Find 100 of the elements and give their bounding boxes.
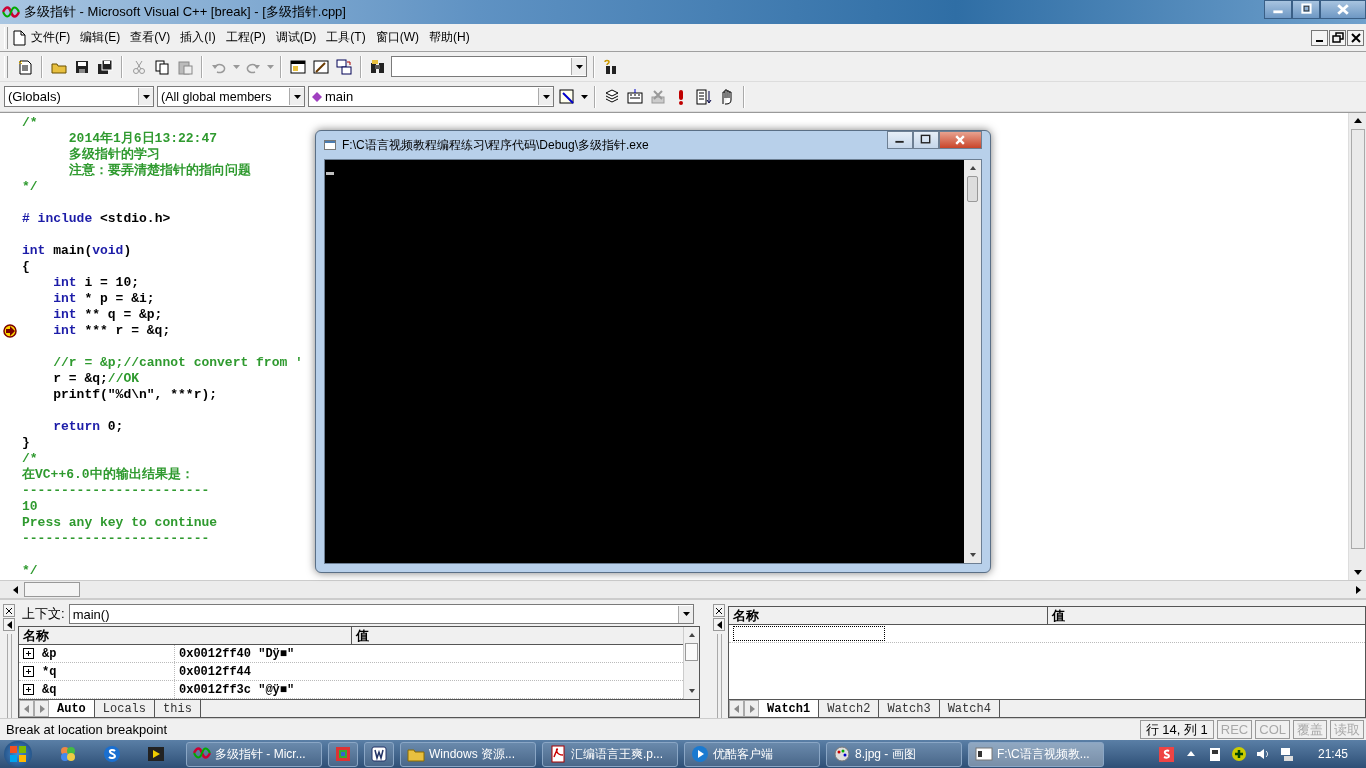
dropdown-icon[interactable]: [289, 88, 304, 105]
restore-icon[interactable]: [1329, 29, 1346, 46]
dropdown-icon[interactable]: [538, 88, 553, 105]
code-line: int main(void): [22, 242, 132, 259]
column-header[interactable]: 名称: [19, 627, 352, 644]
windows-icon[interactable]: [334, 56, 354, 77]
document-icon[interactable]: [12, 29, 26, 46]
minimize-icon[interactable]: [1311, 29, 1328, 46]
blocks-icon: [334, 745, 352, 763]
menu-item[interactable]: 文件(F): [26, 29, 76, 46]
start-button[interactable]: [4, 741, 32, 767]
scroll-thumb[interactable]: [1350, 129, 1365, 549]
status-message: Break at location breakpoint: [6, 722, 169, 737]
minimize-icon[interactable]: [887, 131, 913, 149]
window-title: 多级指针 - Microsoft Visual C++ [break] - [多级指针.cpp]: [24, 3, 346, 21]
save-all-icon[interactable]: [95, 56, 115, 77]
taskbar-button[interactable]: 汇编语言王爽.p...: [542, 741, 678, 767]
code-line: */: [22, 179, 38, 195]
maximize-icon[interactable]: [913, 131, 939, 149]
console-title: F:\C语言视频教程编程练习\程序代码\Debug\多级指针.exe: [342, 136, 649, 154]
code-line: int ** q = &p;: [52, 307, 163, 323]
pdf-icon: [549, 745, 567, 763]
code-line: /*: [22, 451, 38, 467]
variable-name: &q: [42, 682, 57, 697]
expand-icon[interactable]: [23, 666, 34, 677]
diamond-icon: [312, 91, 322, 102]
taskbar-button[interactable]: 多级指针 - Micr...: [186, 741, 322, 767]
column-header[interactable]: 值: [1047, 607, 1365, 624]
code-line: # include <stdio.h>: [22, 210, 171, 227]
windows-logo-icon: [9, 745, 27, 763]
expand-icon[interactable]: [23, 648, 34, 659]
menu-item[interactable]: 插入(I): [175, 29, 221, 46]
variable-name: *q: [42, 664, 57, 679]
w-logo-icon: [370, 745, 388, 763]
vertical-scrollbar[interactable]: [683, 627, 699, 699]
minimize-icon[interactable]: [1264, 0, 1292, 19]
tab[interactable]: Watch1: [759, 700, 820, 717]
variable-value: 0x0012ff40 "Dÿ■": [178, 645, 296, 662]
text-cursor: [326, 172, 334, 175]
horizontal-scrollbar[interactable]: [0, 580, 1366, 598]
status-indicator: REC: [1216, 720, 1253, 739]
find-combo[interactable]: [391, 56, 587, 77]
plus-icon[interactable]: [1229, 745, 1248, 763]
console-icon: [975, 745, 993, 763]
menu-item[interactable]: 编辑(E): [75, 29, 126, 46]
dropdown-icon[interactable]: [678, 605, 693, 623]
code-line: {: [22, 259, 30, 275]
code-line: return 0;: [52, 418, 124, 435]
taskbar-button[interactable]: Windows 资源...: [400, 741, 536, 767]
taskbar-button[interactable]: 8.jpg - 画图: [826, 741, 962, 767]
tab[interactable]: Watch4: [939, 700, 1000, 717]
play-icon: [691, 745, 709, 763]
vertical-scrollbar[interactable]: [964, 160, 981, 563]
code-line: ------------------------: [22, 531, 210, 547]
code-line: int *** r = &q;: [52, 323, 171, 339]
palette-icon: [833, 745, 851, 763]
s-logo-icon[interactable]: [1157, 745, 1176, 763]
menu-item[interactable]: 工具(T): [321, 29, 371, 46]
taskbar-button[interactable]: [364, 741, 394, 767]
menu-item[interactable]: 窗口(W): [370, 29, 424, 46]
menu-item[interactable]: 调试(D): [270, 29, 322, 46]
code-line: //r = &p;//cannot convert from ': [52, 354, 303, 371]
expand-icon[interactable]: [23, 684, 34, 695]
vertical-scrollbar[interactable]: [1348, 113, 1366, 580]
context-combo[interactable]: main(): [68, 604, 694, 624]
scroll-thumb[interactable]: [685, 643, 698, 661]
close-icon[interactable]: [1347, 29, 1364, 46]
code-line: /*: [22, 115, 38, 131]
dropdown-icon[interactable]: [138, 88, 153, 105]
column-header[interactable]: 名称: [729, 607, 1048, 624]
code-line: int * p = &i;: [52, 291, 155, 307]
code-line: printf("%d\n", ***r);: [52, 387, 218, 403]
taskbar-button[interactable]: 优酷客户端: [684, 741, 820, 767]
status-indicator: 读取: [1330, 720, 1364, 739]
code-line: r = &q;//OK: [52, 371, 140, 387]
tab[interactable]: Locals: [94, 700, 156, 717]
close-icon[interactable]: [1320, 0, 1366, 19]
code-line: 2014年1月6日13:22:47: [67, 131, 218, 147]
restore-icon[interactable]: [1292, 0, 1320, 19]
watch-name-field[interactable]: [733, 626, 885, 641]
tab[interactable]: Auto: [49, 700, 95, 717]
close-icon[interactable]: [3, 604, 15, 617]
code-line: Press any key to continue: [22, 515, 218, 531]
members-combo[interactable]: (All global members: [157, 86, 305, 107]
code-line: 注意：要弄清楚指针的指向问题: [67, 163, 251, 179]
scroll-thumb[interactable]: [967, 176, 978, 202]
scroll-thumb[interactable]: [24, 582, 80, 597]
menu-item[interactable]: 帮助(H): [424, 29, 475, 46]
function-combo[interactable]: main: [308, 86, 554, 107]
menu-item[interactable]: 工程(P): [220, 29, 271, 46]
scope-combo[interactable]: (Globals): [4, 86, 154, 107]
tab[interactable]: this: [155, 700, 201, 717]
tab[interactable]: Watch2: [819, 700, 880, 717]
column-header[interactable]: 值: [351, 627, 683, 644]
menu-item[interactable]: 查看(V): [125, 29, 176, 46]
code-line: }: [22, 435, 30, 451]
close-icon[interactable]: [713, 604, 725, 617]
dropdown-icon[interactable]: [571, 58, 586, 75]
console-icon: [324, 139, 336, 151]
tab[interactable]: Watch3: [879, 700, 940, 717]
